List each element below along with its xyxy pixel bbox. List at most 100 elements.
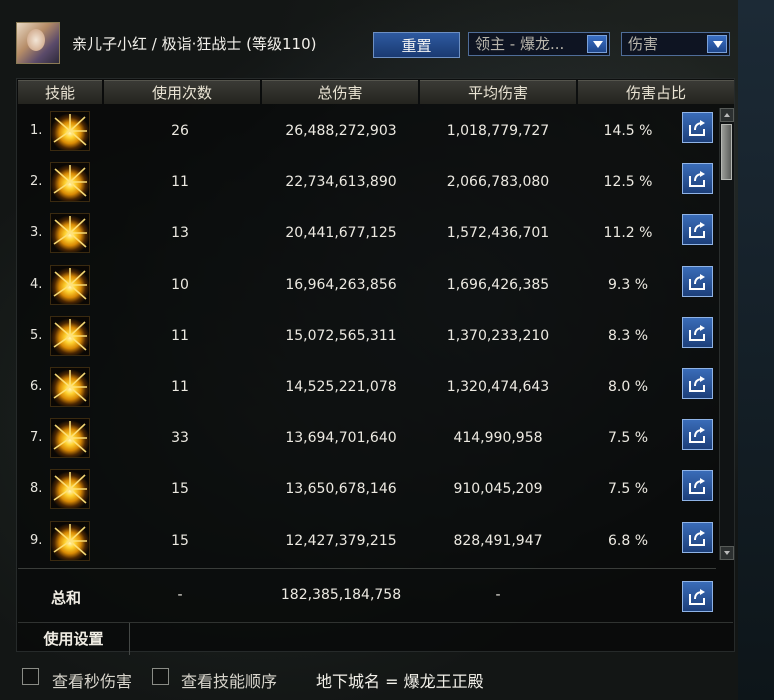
burst-skill-icon (50, 418, 90, 459)
share-icon (689, 222, 705, 239)
dungeon-name: 地下城名 = 爆龙王正殿 (316, 672, 484, 691)
row-rank: 9. (30, 532, 43, 548)
row-rank: 1. (30, 123, 43, 138)
burst-skill-icon (50, 213, 90, 254)
table-row[interactable]: 5. 11 15,072,565,311 1,370,233,210 8.3 % (18, 312, 716, 362)
row-avg-damage: 1,696,426,385 (446, 276, 550, 293)
chevron-down-icon[interactable] (707, 35, 727, 53)
bottom-options: 查看秒伤害 查看技能顺序 地下城名 = 爆龙王正殿 (0, 662, 774, 700)
table-row[interactable]: 6. 11 14,525,221,078 1,320,474,643 8.0 % (18, 363, 716, 413)
row-uses: 15 (171, 481, 189, 498)
row-damage-pct: 7.5 % (607, 481, 649, 498)
scrollbar[interactable] (719, 108, 734, 560)
row-rank: 4. (30, 276, 43, 292)
character-title: 亲儿子小红 / 极诣·狂战士 (等级110) (72, 35, 317, 53)
usage-settings-tab[interactable]: 使用设置 (18, 623, 130, 655)
row-damage-pct: 7.5 % (607, 430, 649, 447)
table-row[interactable]: 7. 33 13,694,701,640 414,990,958 7.5 % (18, 414, 716, 464)
row-total-damage: 20,441,677,125 (285, 225, 397, 242)
share-button[interactable] (682, 163, 713, 195)
share-button[interactable] (682, 581, 713, 612)
share-icon (689, 589, 705, 605)
row-uses: 33 (171, 430, 189, 447)
burst-skill-icon (50, 520, 90, 561)
burst-skill-icon (50, 264, 90, 305)
share-button[interactable] (682, 214, 713, 246)
share-button[interactable] (682, 265, 713, 297)
share-icon (689, 324, 705, 341)
row-uses: 26 (171, 123, 189, 139)
share-icon (689, 478, 705, 495)
burst-skill-icon (50, 315, 90, 356)
row-avg-damage: 1,018,779,727 (446, 123, 550, 139)
table-row[interactable]: 4. 10 16,964,263,856 1,696,426,385 9.3 % (18, 261, 716, 311)
burst-skill-icon (50, 367, 90, 407)
target-dropdown-value: 领主 - 爆龙... (475, 35, 565, 53)
row-avg-damage: 414,990,958 (453, 430, 543, 447)
row-rank: 2. (30, 174, 43, 190)
scroll-thumb[interactable] (721, 124, 732, 180)
chevron-down-icon[interactable] (587, 35, 607, 53)
table-row[interactable]: 8. 15 13,650,678,146 910,045,209 7.5 % (18, 465, 716, 515)
target-dropdown[interactable]: 领主 - 爆龙... (468, 32, 610, 56)
row-total-damage: 22,734,613,890 (285, 174, 397, 191)
burst-skill-icon (50, 469, 90, 510)
totals-uses: - (177, 587, 183, 603)
row-damage-pct: 12.5 % (603, 174, 653, 191)
row-avg-damage: 1,320,474,643 (446, 379, 550, 395)
reset-button[interactable]: 重置 (373, 32, 460, 58)
row-total-damage: 13,650,678,146 (285, 481, 397, 498)
column-header-pct[interactable]: 伤害占比 (578, 80, 734, 104)
row-total-damage: 13,694,701,640 (285, 430, 397, 447)
column-header-avg[interactable]: 平均伤害 (420, 80, 576, 104)
share-icon (689, 376, 705, 392)
table-row[interactable]: 9. 15 12,427,379,215 828,491,947 6.8 % (18, 517, 716, 567)
check-skill-order-label[interactable]: 查看技能顺序 (181, 668, 277, 692)
row-rank: 3. (30, 225, 43, 241)
scroll-up-button[interactable] (720, 108, 734, 122)
share-button[interactable] (682, 316, 713, 348)
row-total-damage: 26,488,272,903 (285, 123, 397, 139)
row-damage-pct: 8.0 % (607, 379, 649, 395)
row-damage-pct: 11.2 % (603, 225, 653, 242)
row-total-damage: 12,427,379,215 (285, 532, 397, 549)
row-damage-pct: 9.3 % (607, 276, 649, 293)
row-rank: 8. (30, 481, 43, 497)
row-rank: 5. (30, 327, 43, 343)
column-header-skill[interactable]: 技能 (18, 80, 102, 104)
column-header-total[interactable]: 总伤害 (262, 80, 418, 104)
row-avg-damage: 1,370,233,210 (446, 327, 550, 344)
totals-avg-damage: - (495, 587, 501, 603)
settings-bar: 使用设置 (18, 622, 733, 655)
share-icon (689, 273, 705, 290)
share-button[interactable] (682, 368, 713, 399)
row-avg-damage: 910,045,209 (453, 481, 543, 498)
row-total-damage: 15,072,565,311 (285, 327, 397, 344)
check-skill-order-checkbox[interactable] (152, 668, 169, 685)
table-row[interactable]: 3. 13 20,441,677,125 1,572,436,701 11.2 % (18, 209, 716, 259)
share-button[interactable] (682, 112, 713, 143)
row-avg-damage: 2,066,783,080 (446, 174, 550, 191)
metric-dropdown[interactable]: 伤害 (621, 32, 730, 56)
table-row[interactable]: 1. 26 26,488,272,903 1,018,779,727 14.5 % (18, 107, 716, 157)
column-header-uses[interactable]: 使用次数 (104, 80, 260, 104)
row-rank: 7. (30, 430, 43, 446)
row-uses: 11 (171, 327, 189, 344)
share-button[interactable] (682, 521, 713, 553)
row-uses: 11 (171, 379, 189, 395)
share-button[interactable] (682, 419, 713, 451)
share-button[interactable] (682, 470, 713, 502)
check-dps-checkbox[interactable] (22, 668, 39, 685)
row-total-damage: 16,964,263,856 (285, 276, 397, 293)
row-uses: 15 (171, 532, 189, 549)
scroll-down-button[interactable] (720, 546, 734, 560)
game-background-strip (738, 0, 774, 700)
burst-skill-icon (50, 111, 90, 151)
share-icon (689, 529, 705, 546)
row-damage-pct: 6.8 % (607, 532, 649, 549)
character-avatar (16, 22, 60, 64)
window-header: 亲儿子小红 / 极诣·狂战士 (等级110) 重置 领主 - 爆龙... 伤害 (0, 0, 774, 78)
check-dps-label[interactable]: 查看秒伤害 (52, 668, 132, 692)
table-row[interactable]: 2. 11 22,734,613,890 2,066,783,080 12.5 % (18, 158, 716, 208)
row-avg-damage: 828,491,947 (453, 532, 543, 549)
